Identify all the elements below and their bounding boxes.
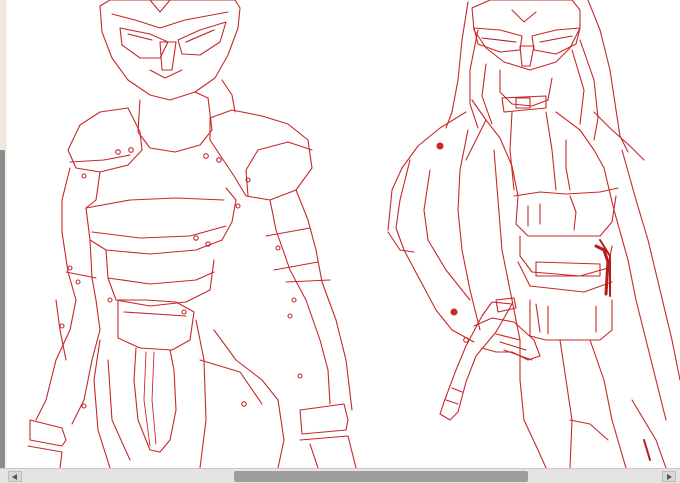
horizontal-scrollbar[interactable] bbox=[0, 468, 680, 483]
horizontal-scroll-thumb[interactable] bbox=[234, 471, 528, 482]
vertical-scroll-thumb[interactable] bbox=[0, 150, 5, 468]
left-figure-sketch bbox=[27, 0, 357, 468]
sketch-artwork bbox=[27, 0, 680, 468]
panel-edge bbox=[0, 0, 6, 150]
right-figure-sketch bbox=[387, 0, 680, 468]
triangle-right-icon[interactable] bbox=[662, 471, 676, 482]
drawing-canvas[interactable] bbox=[7, 0, 680, 468]
triangle-left-icon[interactable] bbox=[8, 471, 22, 482]
